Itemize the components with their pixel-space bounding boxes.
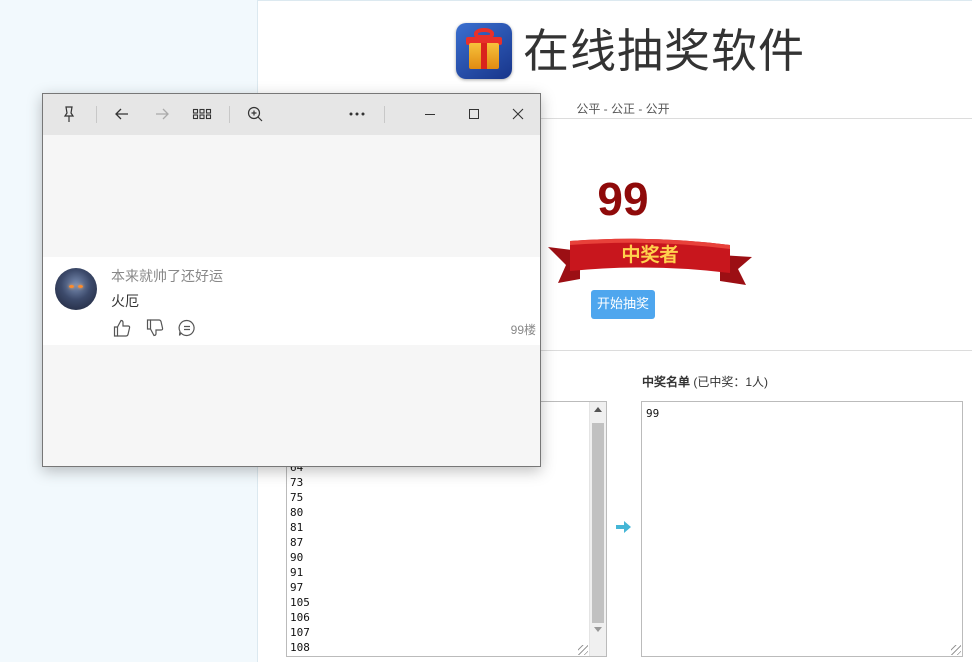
list-item: 90 (290, 551, 304, 564)
pin-icon[interactable] (59, 104, 79, 124)
grid-icon[interactable] (192, 104, 212, 124)
list-item: 80 (290, 506, 304, 519)
transfer-arrow-icon (616, 521, 631, 533)
avatar[interactable] (55, 268, 97, 310)
list-item: 106 (290, 611, 310, 624)
back-arrow-icon[interactable] (112, 104, 132, 124)
toolbar-separator (229, 106, 230, 123)
reply-comment-icon[interactable] (177, 318, 197, 338)
banner-text: 中奖者 (621, 243, 678, 266)
resize-grip-icon[interactable] (951, 645, 961, 655)
winners-textarea[interactable]: 99 (641, 401, 963, 657)
start-draw-button[interactable]: 开始抽奖 (591, 290, 655, 319)
winners-label: 中奖名单 (已中奖：1人) (642, 373, 768, 390)
scroll-down-arrow-icon[interactable] (594, 627, 602, 632)
comment-card: 本来就帅了还好运 火厄 99楼 (43, 257, 540, 345)
winners-count: (已中奖：1人) (693, 375, 769, 389)
zoom-in-icon[interactable] (245, 104, 265, 124)
list-item: 91 (290, 566, 304, 579)
comment-text: 火厄 (111, 294, 139, 310)
page-title: 在线抽奖软件 (523, 24, 805, 78)
minimize-icon[interactable] (420, 104, 440, 124)
scroll-thumb[interactable] (592, 423, 604, 623)
viewer-image-area: 本来就帅了还好运 火厄 99楼 (43, 135, 540, 466)
participants-list: 64 73 75 80 81 87 90 91 97 105 106 107 1… (290, 460, 310, 655)
toolbar-separator (384, 106, 385, 123)
thumbs-down-icon[interactable] (145, 318, 165, 338)
list-item: 97 (290, 581, 304, 594)
winner-number: 99 (597, 173, 649, 225)
winners-label-title: 中奖名单 (642, 375, 691, 389)
gift-logo-icon (456, 23, 512, 79)
viewer-toolbar (43, 94, 540, 135)
winners-value: 99 (646, 407, 660, 420)
list-item: 108 (290, 641, 310, 654)
list-item: 105 (290, 596, 310, 609)
comment-username[interactable]: 本来就帅了还好运 (111, 266, 223, 286)
image-viewer-window: 本来就帅了还好运 火厄 99楼 (42, 93, 541, 467)
list-item: 87 (290, 536, 304, 549)
list-item: 75 (290, 491, 304, 504)
close-icon[interactable] (508, 104, 528, 124)
forward-arrow-icon[interactable] (152, 104, 172, 124)
participants-scrollbar[interactable] (589, 402, 606, 656)
scroll-up-arrow-icon[interactable] (594, 407, 602, 412)
list-item: 73 (290, 476, 304, 489)
winner-banner: 中奖者 (548, 238, 752, 285)
floor-number: 99楼 (510, 323, 536, 337)
more-icon[interactable] (347, 104, 367, 124)
resize-grip-icon[interactable] (578, 645, 588, 655)
toolbar-separator (96, 106, 97, 123)
list-item: 107 (290, 626, 310, 639)
maximize-icon[interactable] (464, 104, 484, 124)
thumbs-up-icon[interactable] (112, 318, 132, 338)
list-item: 81 (290, 521, 304, 534)
